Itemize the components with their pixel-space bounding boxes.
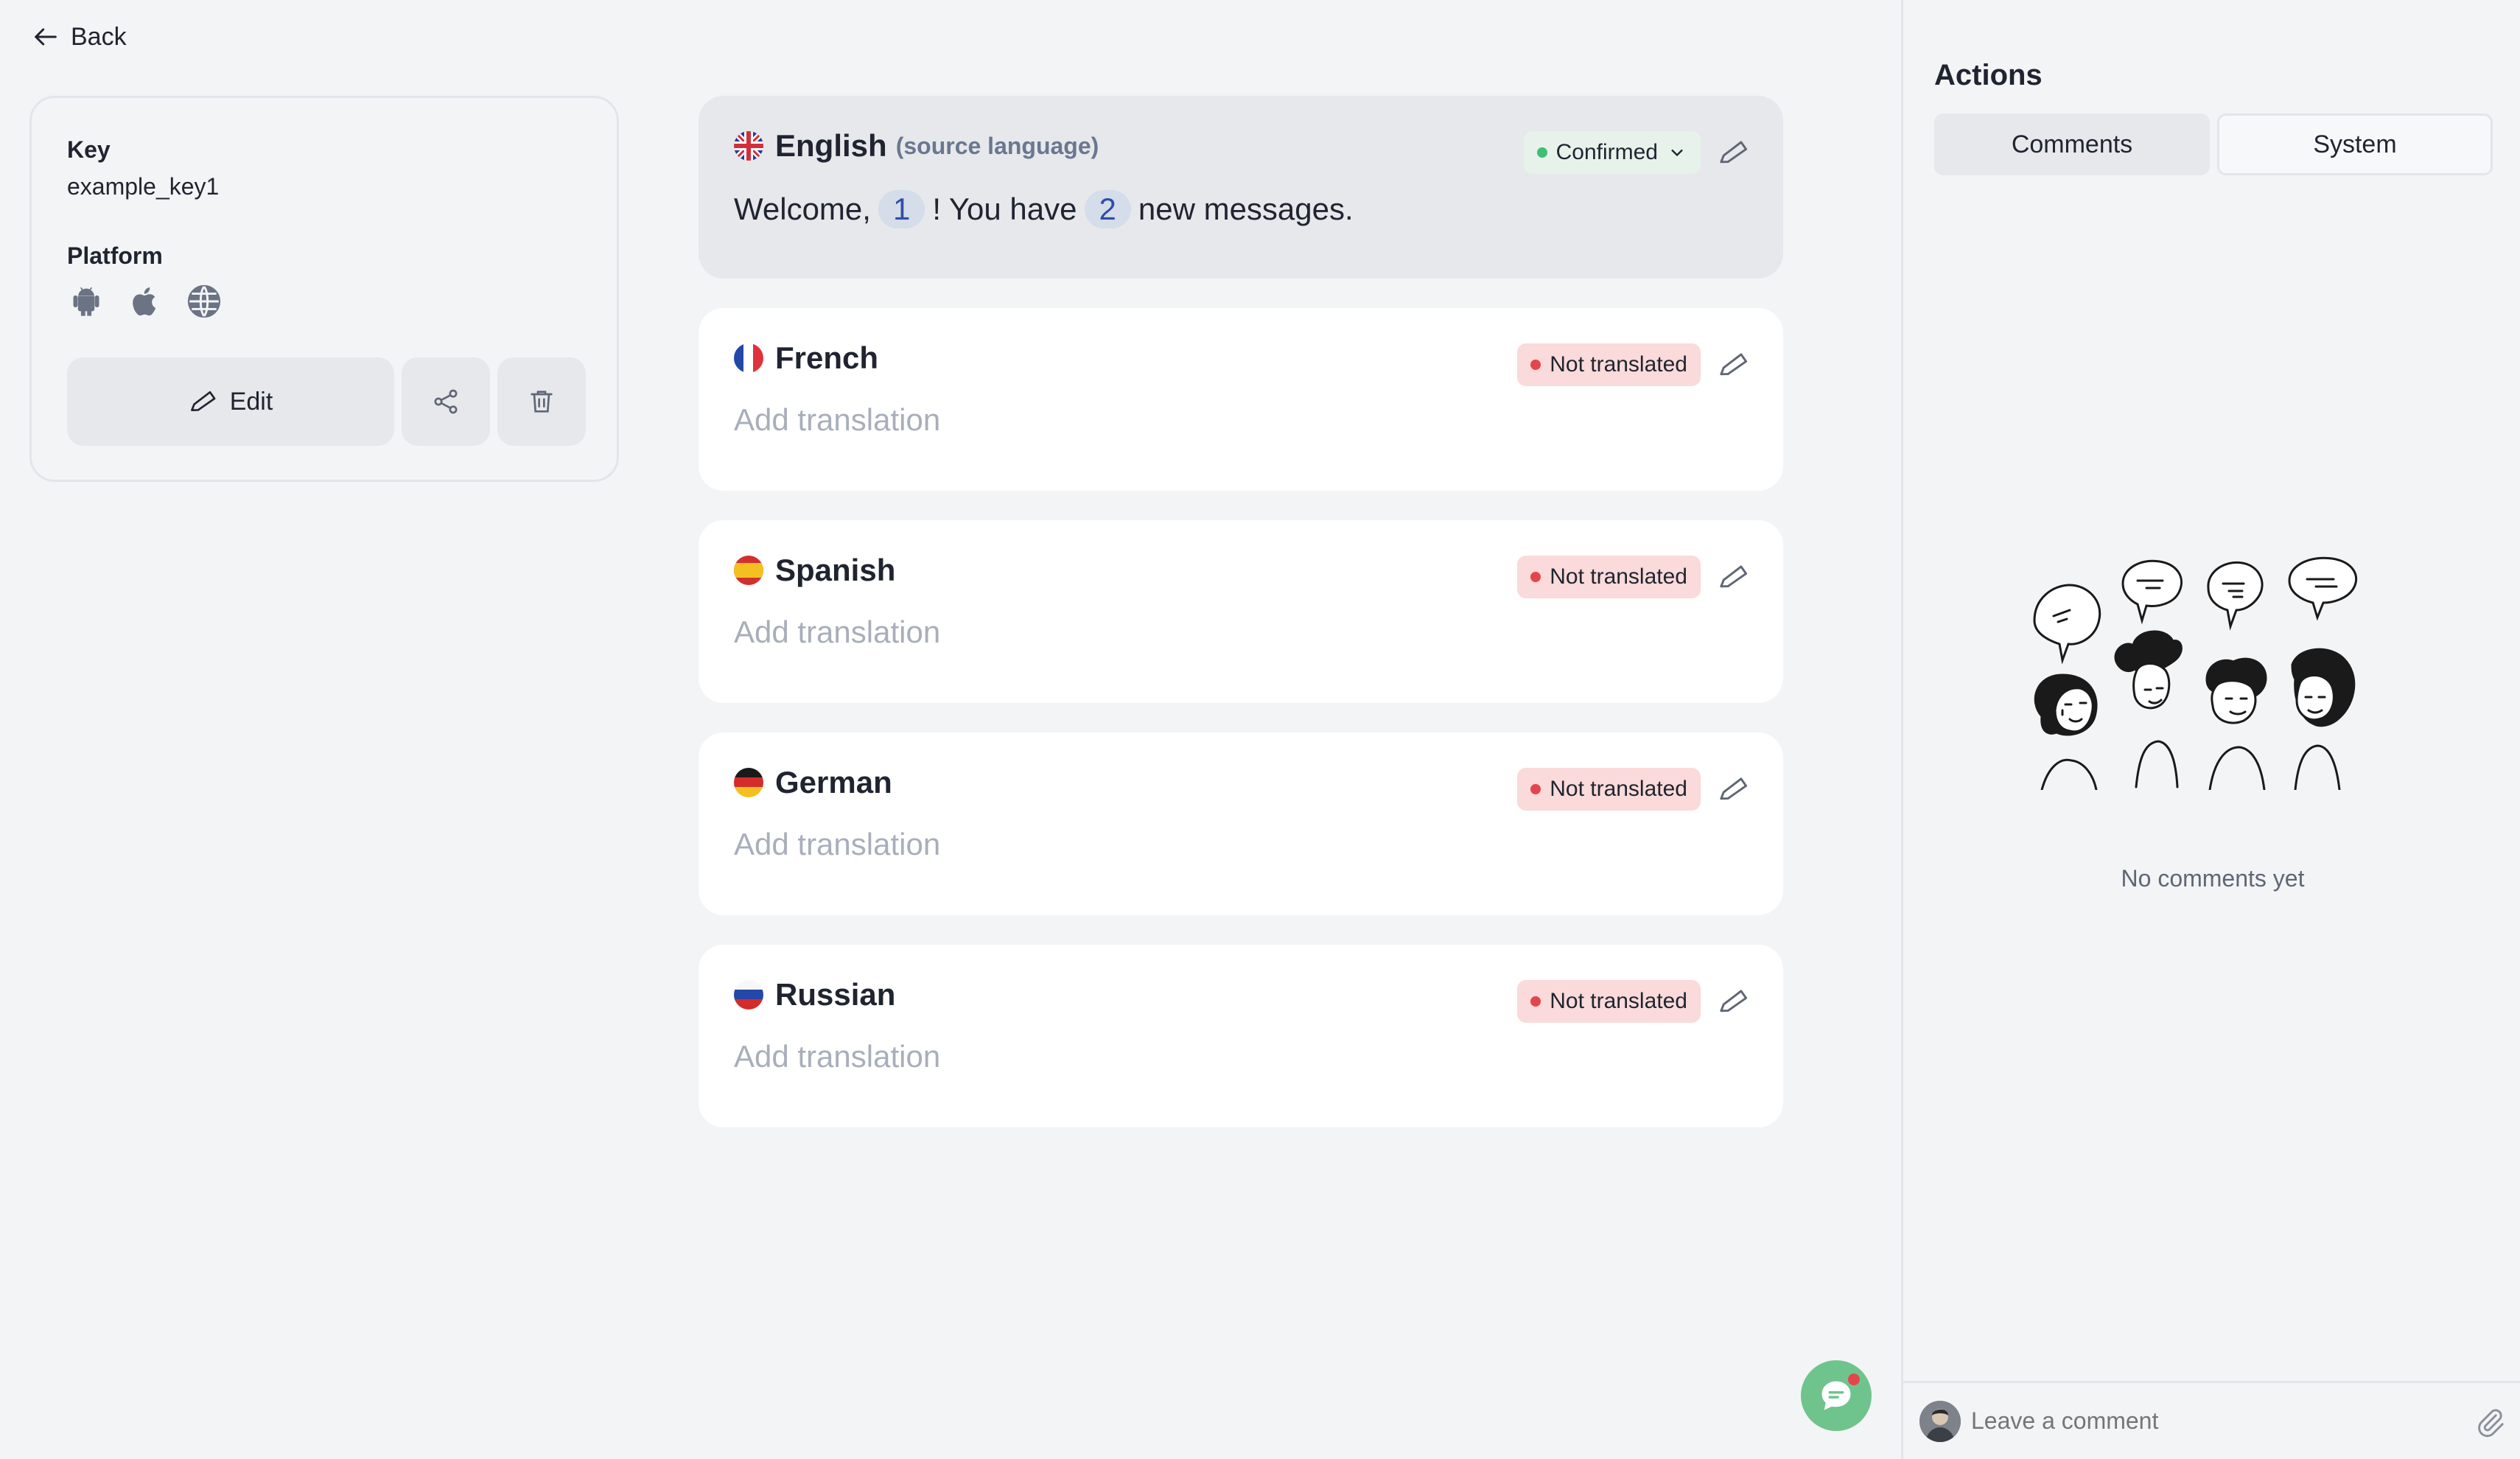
translation-card-english: English (source language) Confirmed Welc…: [699, 96, 1783, 279]
language-name: Russian: [775, 977, 896, 1012]
text-segment: new messages.: [1138, 192, 1354, 226]
back-label: Back: [71, 22, 127, 51]
russia-flag-icon: [734, 980, 763, 1010]
edit-translation-button[interactable]: [1714, 769, 1754, 809]
language-name: French: [775, 340, 879, 375]
edit-translation-button[interactable]: [1714, 557, 1754, 597]
add-translation-field[interactable]: Add translation: [734, 402, 940, 438]
main-area: Back Key example_key1 Platform Edit Engl…: [0, 0, 1901, 1459]
platform-label: Platform: [67, 242, 163, 269]
france-flag-icon: [734, 343, 763, 373]
pencil-icon: [190, 391, 216, 411]
tab-comments[interactable]: Comments: [1934, 113, 2210, 175]
globe-icon: [185, 282, 223, 321]
pencil-icon: [1720, 141, 1748, 164]
pencil-icon: [1720, 777, 1748, 800]
status-label: Not translated: [1550, 564, 1687, 589]
pencil-icon: [1720, 990, 1748, 1012]
text-segment: Welcome,: [734, 192, 871, 226]
notification-dot: [1848, 1374, 1860, 1385]
tab-system[interactable]: System: [2217, 113, 2493, 175]
key-card: Key example_key1 Platform Edit: [29, 96, 619, 482]
status-dot: [1536, 147, 1547, 158]
translation-list: English (source language) Confirmed Welc…: [699, 96, 1783, 1157]
comment-bar: [1903, 1381, 2520, 1459]
empty-state-text: No comments yet: [2121, 865, 2305, 892]
uk-flag-icon: [734, 131, 763, 161]
status-dot: [1530, 784, 1541, 794]
translation-card-russian: Russian Not translated Add translation: [699, 945, 1783, 1127]
status-badge[interactable]: Not translated: [1517, 768, 1701, 811]
translation-card-german: German Not translated Add translation: [699, 732, 1783, 915]
status-badge[interactable]: Not translated: [1517, 343, 1701, 386]
status-dot: [1530, 572, 1541, 582]
android-icon: [67, 282, 105, 321]
text-segment: ! You have: [932, 192, 1077, 226]
back-button[interactable]: Back: [31, 22, 127, 52]
status-dot: [1530, 996, 1541, 1007]
translation-card-french: French Not translated Add translation: [699, 308, 1783, 491]
status-label: Not translated: [1550, 352, 1687, 377]
status-dot: [1530, 360, 1541, 370]
status-dropdown[interactable]: Confirmed: [1523, 131, 1701, 174]
platform-icons: [67, 282, 223, 321]
arrow-left-icon: [35, 28, 57, 46]
panel-title: Actions: [1934, 59, 2043, 91]
germany-flag-icon: [734, 768, 763, 797]
language-name: German: [775, 765, 892, 800]
status-label: Not translated: [1550, 989, 1687, 1013]
status-badge[interactable]: Not translated: [1517, 556, 1701, 598]
status-badge[interactable]: Not translated: [1517, 980, 1701, 1023]
add-translation-field[interactable]: Add translation: [734, 1039, 940, 1074]
edit-translation-button[interactable]: [1714, 982, 1754, 1021]
spain-flag-icon: [734, 556, 763, 585]
language-name: English: [775, 128, 887, 163]
language-name: Spanish: [775, 553, 896, 587]
edit-translation-button[interactable]: [1714, 345, 1754, 385]
key-label: Key: [67, 136, 111, 163]
key-value: example_key1: [67, 173, 220, 200]
panel-tabs: Comments System: [1934, 113, 2493, 175]
add-translation-field[interactable]: Add translation: [734, 615, 940, 650]
paperclip-icon[interactable]: [2474, 1405, 2506, 1438]
trash-icon: [531, 391, 553, 413]
edit-button[interactable]: Edit: [67, 357, 394, 446]
status-label: Confirmed: [1555, 140, 1658, 164]
chevron-down-icon: [1671, 149, 1683, 157]
key-actions: Edit: [67, 357, 586, 446]
share-button[interactable]: [402, 357, 490, 446]
edit-label: Edit: [229, 387, 273, 416]
source-text[interactable]: Welcome, 1 ! You have 2 new messages.: [734, 190, 1354, 228]
pencil-icon: [1720, 353, 1748, 376]
share-icon: [434, 389, 458, 414]
people-chatting-illustration: [2033, 556, 2358, 790]
placeholder-chip: 2: [1084, 190, 1131, 228]
translation-card-spanish: Spanish Not translated Add translation: [699, 520, 1783, 703]
add-translation-field[interactable]: Add translation: [734, 827, 940, 862]
placeholder-chip: 1: [878, 190, 925, 228]
chat-button[interactable]: [1801, 1360, 1872, 1431]
avatar: [1919, 1400, 1961, 1442]
source-language-note: (source language): [895, 132, 1099, 159]
pencil-icon: [1720, 565, 1748, 588]
status-label: Not translated: [1550, 777, 1687, 801]
apple-icon: [126, 282, 164, 321]
edit-translation-button[interactable]: [1714, 133, 1754, 172]
delete-button[interactable]: [497, 357, 586, 446]
actions-panel: Actions Comments System No comments yet …: [1901, 0, 2520, 1459]
comment-input[interactable]: [1971, 1407, 2474, 1435]
